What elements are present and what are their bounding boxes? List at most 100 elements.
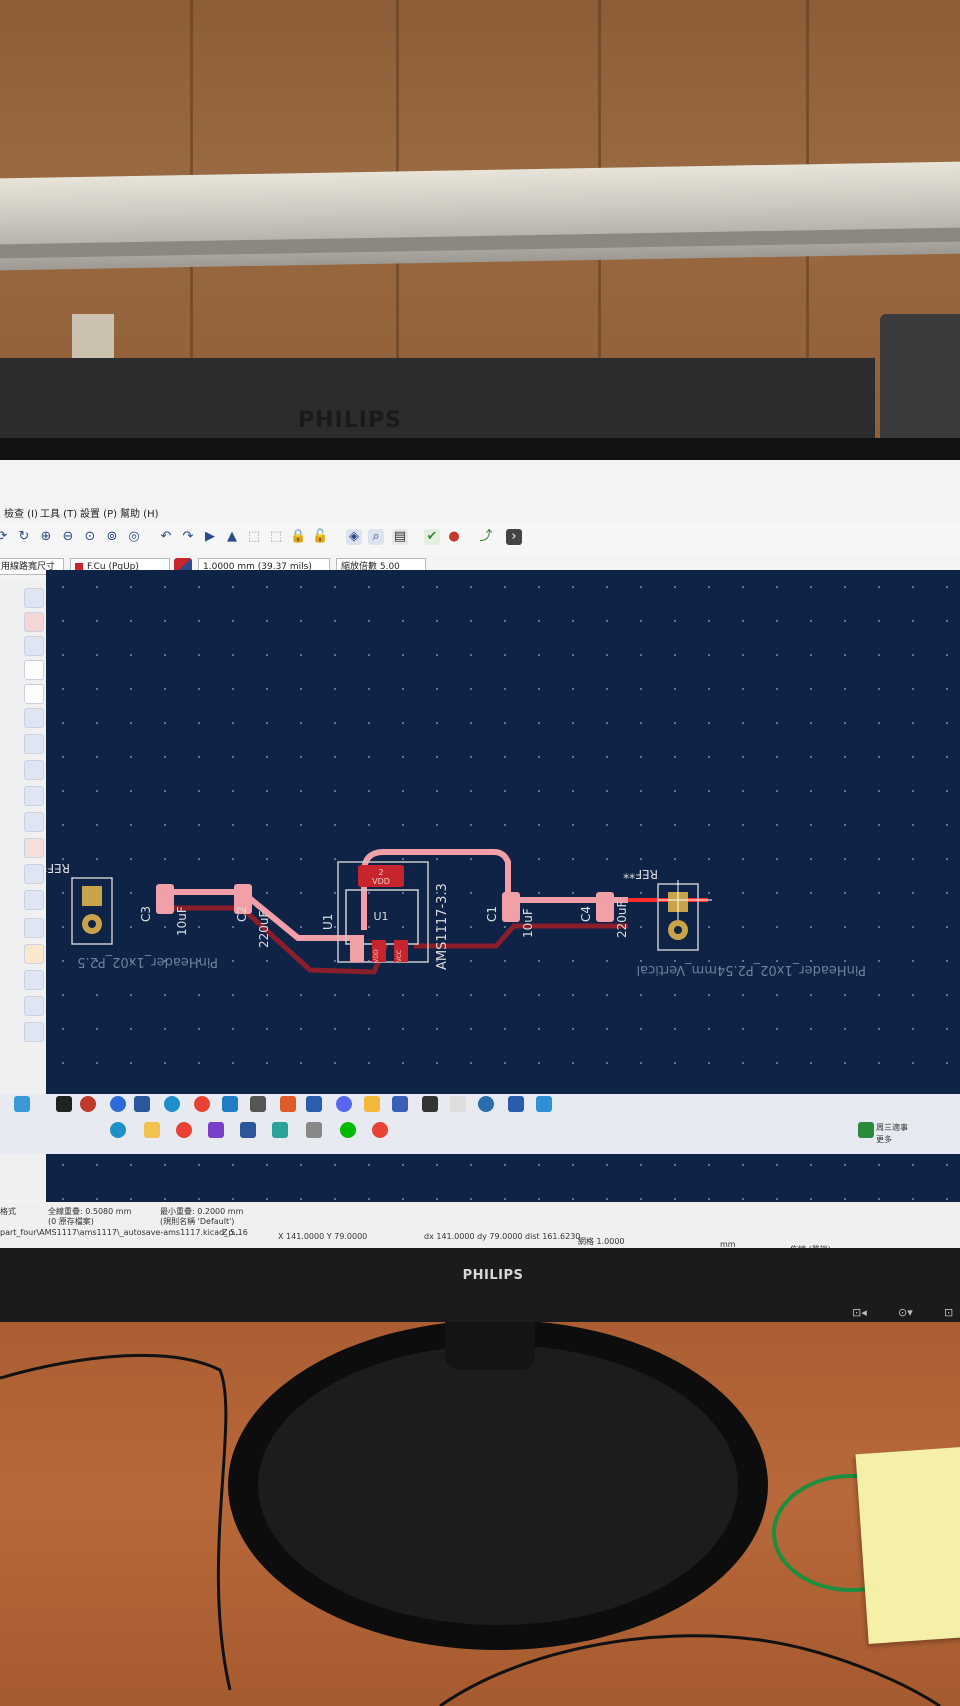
drc-icon[interactable]: ✔ [424, 529, 440, 545]
line-icon[interactable] [340, 1122, 356, 1138]
app-icon[interactable] [272, 1122, 288, 1138]
units-inch-icon[interactable] [24, 660, 44, 680]
zone-fill-icon[interactable] [24, 812, 44, 832]
j-left-footprint-name: PinHeader_1x02_P2.5 [77, 954, 218, 969]
monitor-power-button-icon[interactable]: ⊡ [944, 1306, 953, 1319]
ratsnest-icon[interactable] [24, 760, 44, 780]
c3-pads[interactable] [156, 884, 174, 914]
app-icon[interactable] [536, 1096, 552, 1112]
explorer-icon[interactable] [144, 1122, 160, 1138]
app-icon[interactable] [240, 1122, 256, 1138]
design-tools-icon[interactable] [24, 1022, 44, 1042]
app-icon[interactable] [306, 1096, 322, 1112]
app-icon[interactable] [80, 1096, 96, 1112]
edge-icon[interactable] [110, 1122, 126, 1138]
c3-value: 10uF [175, 906, 189, 936]
menu-help[interactable]: 幫助 (H) [120, 505, 159, 520]
discord-icon[interactable] [336, 1096, 352, 1112]
u1-pad2-net: VDD [373, 949, 380, 963]
app-icon[interactable] [478, 1096, 494, 1112]
chrome-icon[interactable] [372, 1122, 388, 1138]
j-left-pad-1[interactable] [82, 886, 102, 906]
layers-manager-icon[interactable] [24, 996, 44, 1016]
cable [439, 1634, 941, 1706]
ungroup-icon[interactable]: ⬚ [268, 529, 284, 545]
visual-studio-icon[interactable] [208, 1122, 224, 1138]
zoom-selection-icon[interactable]: ◎ [126, 529, 142, 545]
outlook-icon[interactable] [134, 1096, 150, 1112]
edge-icon[interactable] [164, 1096, 180, 1112]
kicad-icon[interactable] [508, 1096, 524, 1112]
rotate-cw-icon[interactable]: ↷ [180, 529, 196, 545]
footprint-browser-icon[interactable]: ⌕ [368, 529, 384, 545]
zoom-in-icon[interactable]: ⊕ [38, 529, 54, 545]
app-icon[interactable] [110, 1096, 126, 1112]
rotate-ccw-icon[interactable]: ↶ [158, 529, 174, 545]
microwave-icon[interactable] [24, 970, 44, 990]
chrome-icon[interactable] [194, 1096, 210, 1112]
highlight-net-icon[interactable] [24, 944, 44, 964]
polar-coords-icon[interactable] [24, 636, 44, 656]
drc-error-icon[interactable]: ● [446, 529, 462, 545]
scripting-console-icon[interactable]: › [506, 529, 522, 545]
drc-lock-icon[interactable] [24, 612, 44, 632]
status-grid-label: 格式 [0, 1207, 16, 1216]
j-right-ref: REF** [623, 867, 658, 881]
c1-pads[interactable] [502, 892, 520, 922]
terminal-icon[interactable] [422, 1096, 438, 1112]
menu-inspect[interactable]: 檢查 (I) [4, 505, 38, 520]
units-mil-icon[interactable] [24, 684, 44, 704]
c2-value: 220uF [257, 910, 271, 948]
store-icon[interactable] [222, 1096, 238, 1112]
u1-tab-pad-number: 2 [378, 868, 383, 877]
c1-ref: C1 [485, 906, 499, 922]
u1-pad-1[interactable] [350, 940, 364, 962]
c2-ref: C2 [235, 906, 249, 922]
redraw-icon[interactable]: ↻ [16, 529, 32, 545]
app-icon[interactable] [56, 1096, 72, 1112]
zoom-out-icon[interactable]: ⊖ [60, 529, 76, 545]
j-left-ref: REF** [46, 861, 70, 875]
group-icon[interactable]: ⬚ [246, 529, 262, 545]
mirror-h-icon[interactable]: ▶ [202, 529, 218, 545]
monitor-menu-button-icon[interactable]: ⊙▾ [898, 1306, 913, 1319]
monitor-input-button-icon[interactable]: ⊡◂ [852, 1306, 867, 1319]
menu-bar: 檢查 (I) 工具 (T) 設置 (P) 幫助 (H) [0, 500, 960, 522]
printer-icon[interactable] [306, 1122, 322, 1138]
net-inspector-icon[interactable] [24, 918, 44, 938]
weather-icon[interactable] [14, 1096, 30, 1112]
board-setup-icon[interactable]: ▤ [392, 529, 408, 545]
j-right-footprint-name: PinHeader_1x02_P2.54mm_Vertical [636, 962, 866, 977]
u1-ref-label: U1 [321, 914, 335, 930]
units-mm-icon[interactable] [24, 708, 44, 728]
route-track-icon[interactable]: ⤴ [478, 529, 494, 545]
menu-tools[interactable]: 工具 (T) [40, 505, 77, 520]
high-contrast-icon[interactable] [24, 890, 44, 910]
lock-icon[interactable]: 🔒 [290, 529, 306, 545]
app-icon[interactable] [392, 1096, 408, 1112]
unlock-icon[interactable]: 🔓 [312, 529, 328, 545]
menu-preferences[interactable]: 設置 (P) [80, 505, 117, 520]
c3-ref: C3 [139, 906, 153, 922]
netlist-icon[interactable]: ◈ [346, 529, 362, 545]
app-icon[interactable] [280, 1096, 296, 1112]
status-rule-note: (規則名稱 'Default') [160, 1217, 235, 1226]
main-toolbar: ⟳ ↻ ⊕ ⊖ ⊙ ⊚ ◎ ↶ ↷ ▶ ▲ ⬚ ⬚ 🔒 🔓 ◈ ⌕ ▤ ✔ ● … [0, 523, 960, 555]
track-outline-icon[interactable] [24, 838, 44, 858]
notification-label: 周三適事 [876, 1123, 908, 1132]
u1-value-label: AMS1117-3.3 [435, 883, 450, 970]
zoom-objects-icon[interactable]: ⊚ [104, 529, 120, 545]
app-icon[interactable] [250, 1096, 266, 1112]
zoom-fit-icon[interactable]: ⊙ [82, 529, 98, 545]
app-icon[interactable] [364, 1096, 380, 1112]
notification-icon[interactable] [858, 1122, 874, 1138]
grid-toggle-icon[interactable] [24, 588, 44, 608]
app-icon[interactable] [450, 1096, 466, 1112]
via-outline-icon[interactable] [24, 864, 44, 884]
mirror-v-icon[interactable]: ▲ [224, 529, 240, 545]
refresh-icon[interactable]: ⟳ [0, 529, 10, 545]
chrome-icon[interactable] [176, 1122, 192, 1138]
cursor-shape-icon[interactable] [24, 734, 44, 754]
c4-pads[interactable] [596, 892, 614, 922]
curved-ratsnest-icon[interactable] [24, 786, 44, 806]
